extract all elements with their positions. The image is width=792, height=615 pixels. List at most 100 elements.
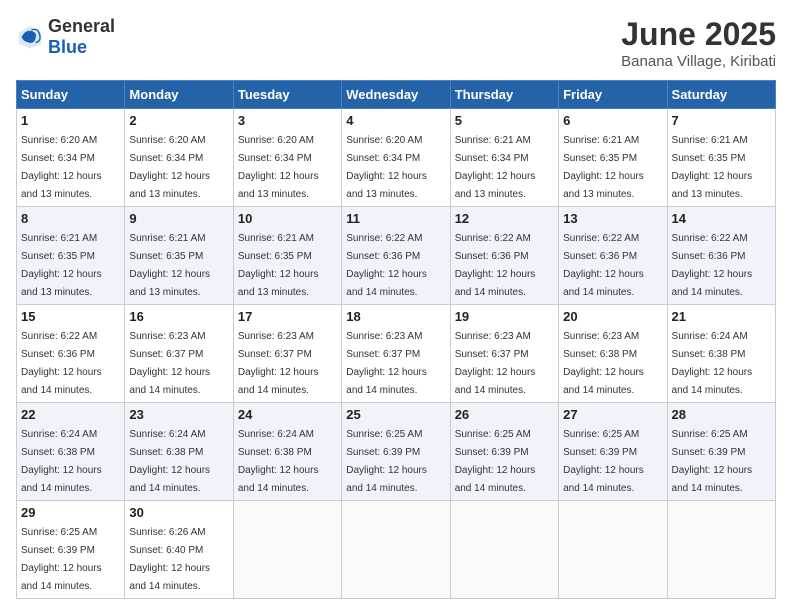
day-info: Sunrise: 6:23 AM Sunset: 6:37 PM Dayligh… xyxy=(346,331,427,396)
day-info: Sunrise: 6:20 AM Sunset: 6:34 PM Dayligh… xyxy=(129,135,210,200)
calendar-cell: 28Sunrise: 6:25 AM Sunset: 6:39 PM Dayli… xyxy=(667,403,775,501)
day-number: 22 xyxy=(21,407,120,422)
day-info: Sunrise: 6:25 AM Sunset: 6:39 PM Dayligh… xyxy=(672,429,753,494)
day-number: 30 xyxy=(129,505,228,520)
day-number: 21 xyxy=(672,309,771,324)
day-info: Sunrise: 6:20 AM Sunset: 6:34 PM Dayligh… xyxy=(346,135,427,200)
calendar-week-row: 22 Sunrise: 6:24 AM Sunset: 6:38 PM Dayli… xyxy=(17,403,776,501)
calendar-week-row: 1 Sunrise: 6:20 AM Sunset: 6:34 PM Daylig… xyxy=(17,109,776,207)
calendar-cell: 3 Sunrise: 6:20 AM Sunset: 6:34 PM Daylig… xyxy=(233,109,341,207)
calendar-header: SundayMondayTuesdayWednesdayThursdayFrid… xyxy=(17,81,776,109)
calendar-week-row: 8 Sunrise: 6:21 AM Sunset: 6:35 PM Daylig… xyxy=(17,207,776,305)
day-info: Sunrise: 6:23 AM Sunset: 6:37 PM Dayligh… xyxy=(238,331,319,396)
day-info: Sunrise: 6:22 AM Sunset: 6:36 PM Dayligh… xyxy=(672,233,753,298)
day-info: Sunrise: 6:23 AM Sunset: 6:38 PM Dayligh… xyxy=(563,331,644,396)
day-number: 7 xyxy=(672,113,771,128)
title-area: June 2025 Banana Village, Kiribati xyxy=(621,16,776,70)
logo-icon xyxy=(16,23,44,51)
calendar-cell xyxy=(233,501,341,599)
day-info: Sunrise: 6:24 AM Sunset: 6:38 PM Dayligh… xyxy=(238,429,319,494)
day-number: 15 xyxy=(21,309,120,324)
calendar-cell: 13 Sunrise: 6:22 AM Sunset: 6:36 PM Dayli… xyxy=(559,207,667,305)
calendar-cell xyxy=(450,501,558,599)
day-number: 8 xyxy=(21,211,120,226)
day-number: 4 xyxy=(346,113,445,128)
day-number: 16 xyxy=(129,309,228,324)
calendar-cell: 7 Sunrise: 6:21 AM Sunset: 6:35 PM Daylig… xyxy=(667,109,775,207)
calendar-cell: 27 Sunrise: 6:25 AM Sunset: 6:39 PM Dayli… xyxy=(559,403,667,501)
day-number: 14 xyxy=(672,211,771,226)
day-info: Sunrise: 6:24 AM Sunset: 6:38 PM Dayligh… xyxy=(21,429,102,494)
logo-text: General Blue xyxy=(48,16,115,58)
day-info: Sunrise: 6:21 AM Sunset: 6:35 PM Dayligh… xyxy=(238,233,319,298)
day-info: Sunrise: 6:20 AM Sunset: 6:34 PM Dayligh… xyxy=(238,135,319,200)
day-number: 27 xyxy=(563,407,662,422)
logo: General Blue xyxy=(16,16,115,58)
day-number: 29 xyxy=(21,505,120,520)
calendar-cell: 22 Sunrise: 6:24 AM Sunset: 6:38 PM Dayli… xyxy=(17,403,125,501)
day-info: Sunrise: 6:21 AM Sunset: 6:35 PM Dayligh… xyxy=(21,233,102,298)
day-of-week-header: Saturday xyxy=(667,81,775,109)
calendar-cell xyxy=(342,501,450,599)
day-of-week-header: Thursday xyxy=(450,81,558,109)
day-of-week-header: Monday xyxy=(125,81,233,109)
day-number: 26 xyxy=(455,407,554,422)
day-number: 20 xyxy=(563,309,662,324)
calendar-table: SundayMondayTuesdayWednesdayThursdayFrid… xyxy=(16,80,776,599)
day-info: Sunrise: 6:20 AM Sunset: 6:34 PM Dayligh… xyxy=(21,135,102,200)
calendar-cell: 1 Sunrise: 6:20 AM Sunset: 6:34 PM Daylig… xyxy=(17,109,125,207)
day-number: 13 xyxy=(563,211,662,226)
day-number: 18 xyxy=(346,309,445,324)
main-title: June 2025 xyxy=(621,16,776,53)
day-info: Sunrise: 6:21 AM Sunset: 6:35 PM Dayligh… xyxy=(563,135,644,200)
day-of-week-header: Tuesday xyxy=(233,81,341,109)
day-number: 3 xyxy=(238,113,337,128)
logo-blue: Blue xyxy=(48,37,87,57)
day-info: Sunrise: 6:23 AM Sunset: 6:37 PM Dayligh… xyxy=(455,331,536,396)
day-info: Sunrise: 6:21 AM Sunset: 6:34 PM Dayligh… xyxy=(455,135,536,200)
day-info: Sunrise: 6:22 AM Sunset: 6:36 PM Dayligh… xyxy=(563,233,644,298)
day-number: 1 xyxy=(21,113,120,128)
day-info: Sunrise: 6:23 AM Sunset: 6:37 PM Dayligh… xyxy=(129,331,210,396)
calendar-cell: 12 Sunrise: 6:22 AM Sunset: 6:36 PM Dayli… xyxy=(450,207,558,305)
calendar-cell: 16 Sunrise: 6:23 AM Sunset: 6:37 PM Dayli… xyxy=(125,305,233,403)
day-info: Sunrise: 6:22 AM Sunset: 6:36 PM Dayligh… xyxy=(21,331,102,396)
calendar-cell: 29Sunrise: 6:25 AM Sunset: 6:39 PM Dayli… xyxy=(17,501,125,599)
calendar-cell: 18 Sunrise: 6:23 AM Sunset: 6:37 PM Dayli… xyxy=(342,305,450,403)
calendar-cell: 14 Sunrise: 6:22 AM Sunset: 6:36 PM Dayli… xyxy=(667,207,775,305)
calendar-cell: 19Sunrise: 6:23 AM Sunset: 6:37 PM Dayli… xyxy=(450,305,558,403)
day-number: 10 xyxy=(238,211,337,226)
calendar-cell: 8 Sunrise: 6:21 AM Sunset: 6:35 PM Daylig… xyxy=(17,207,125,305)
day-number: 5 xyxy=(455,113,554,128)
day-of-week-header: Sunday xyxy=(17,81,125,109)
calendar-cell: 10 Sunrise: 6:21 AM Sunset: 6:35 PM Dayli… xyxy=(233,207,341,305)
day-number: 17 xyxy=(238,309,337,324)
day-number: 23 xyxy=(129,407,228,422)
calendar-week-row: 29Sunrise: 6:25 AM Sunset: 6:39 PM Dayli… xyxy=(17,501,776,599)
day-info: Sunrise: 6:21 AM Sunset: 6:35 PM Dayligh… xyxy=(672,135,753,200)
day-info: Sunrise: 6:25 AM Sunset: 6:39 PM Dayligh… xyxy=(563,429,644,494)
day-info: Sunrise: 6:24 AM Sunset: 6:38 PM Dayligh… xyxy=(672,331,753,396)
days-of-week-row: SundayMondayTuesdayWednesdayThursdayFrid… xyxy=(17,81,776,109)
calendar-cell: 15 Sunrise: 6:22 AM Sunset: 6:36 PM Dayli… xyxy=(17,305,125,403)
calendar-cell: 25 Sunrise: 6:25 AM Sunset: 6:39 PM Dayli… xyxy=(342,403,450,501)
subtitle: Banana Village, Kiribati xyxy=(621,53,776,70)
calendar-cell: 9 Sunrise: 6:21 AM Sunset: 6:35 PM Daylig… xyxy=(125,207,233,305)
calendar-cell: 20 Sunrise: 6:23 AM Sunset: 6:38 PM Dayli… xyxy=(559,305,667,403)
calendar-body: 1 Sunrise: 6:20 AM Sunset: 6:34 PM Daylig… xyxy=(17,109,776,599)
day-info: Sunrise: 6:25 AM Sunset: 6:39 PM Dayligh… xyxy=(346,429,427,494)
day-info: Sunrise: 6:25 AM Sunset: 6:39 PM Dayligh… xyxy=(455,429,536,494)
day-info: Sunrise: 6:22 AM Sunset: 6:36 PM Dayligh… xyxy=(455,233,536,298)
day-number: 6 xyxy=(563,113,662,128)
day-number: 25 xyxy=(346,407,445,422)
day-of-week-header: Friday xyxy=(559,81,667,109)
day-number: 9 xyxy=(129,211,228,226)
day-info: Sunrise: 6:21 AM Sunset: 6:35 PM Dayligh… xyxy=(129,233,210,298)
day-number: 12 xyxy=(455,211,554,226)
calendar-cell: 5 Sunrise: 6:21 AM Sunset: 6:34 PM Daylig… xyxy=(450,109,558,207)
calendar-cell: 11Sunrise: 6:22 AM Sunset: 6:36 PM Dayli… xyxy=(342,207,450,305)
calendar-cell: 17 Sunrise: 6:23 AM Sunset: 6:37 PM Dayli… xyxy=(233,305,341,403)
calendar-cell: 23Sunrise: 6:24 AM Sunset: 6:38 PM Dayli… xyxy=(125,403,233,501)
calendar-cell: 30Sunrise: 6:26 AM Sunset: 6:40 PM Dayli… xyxy=(125,501,233,599)
calendar-cell: 21 Sunrise: 6:24 AM Sunset: 6:38 PM Dayli… xyxy=(667,305,775,403)
